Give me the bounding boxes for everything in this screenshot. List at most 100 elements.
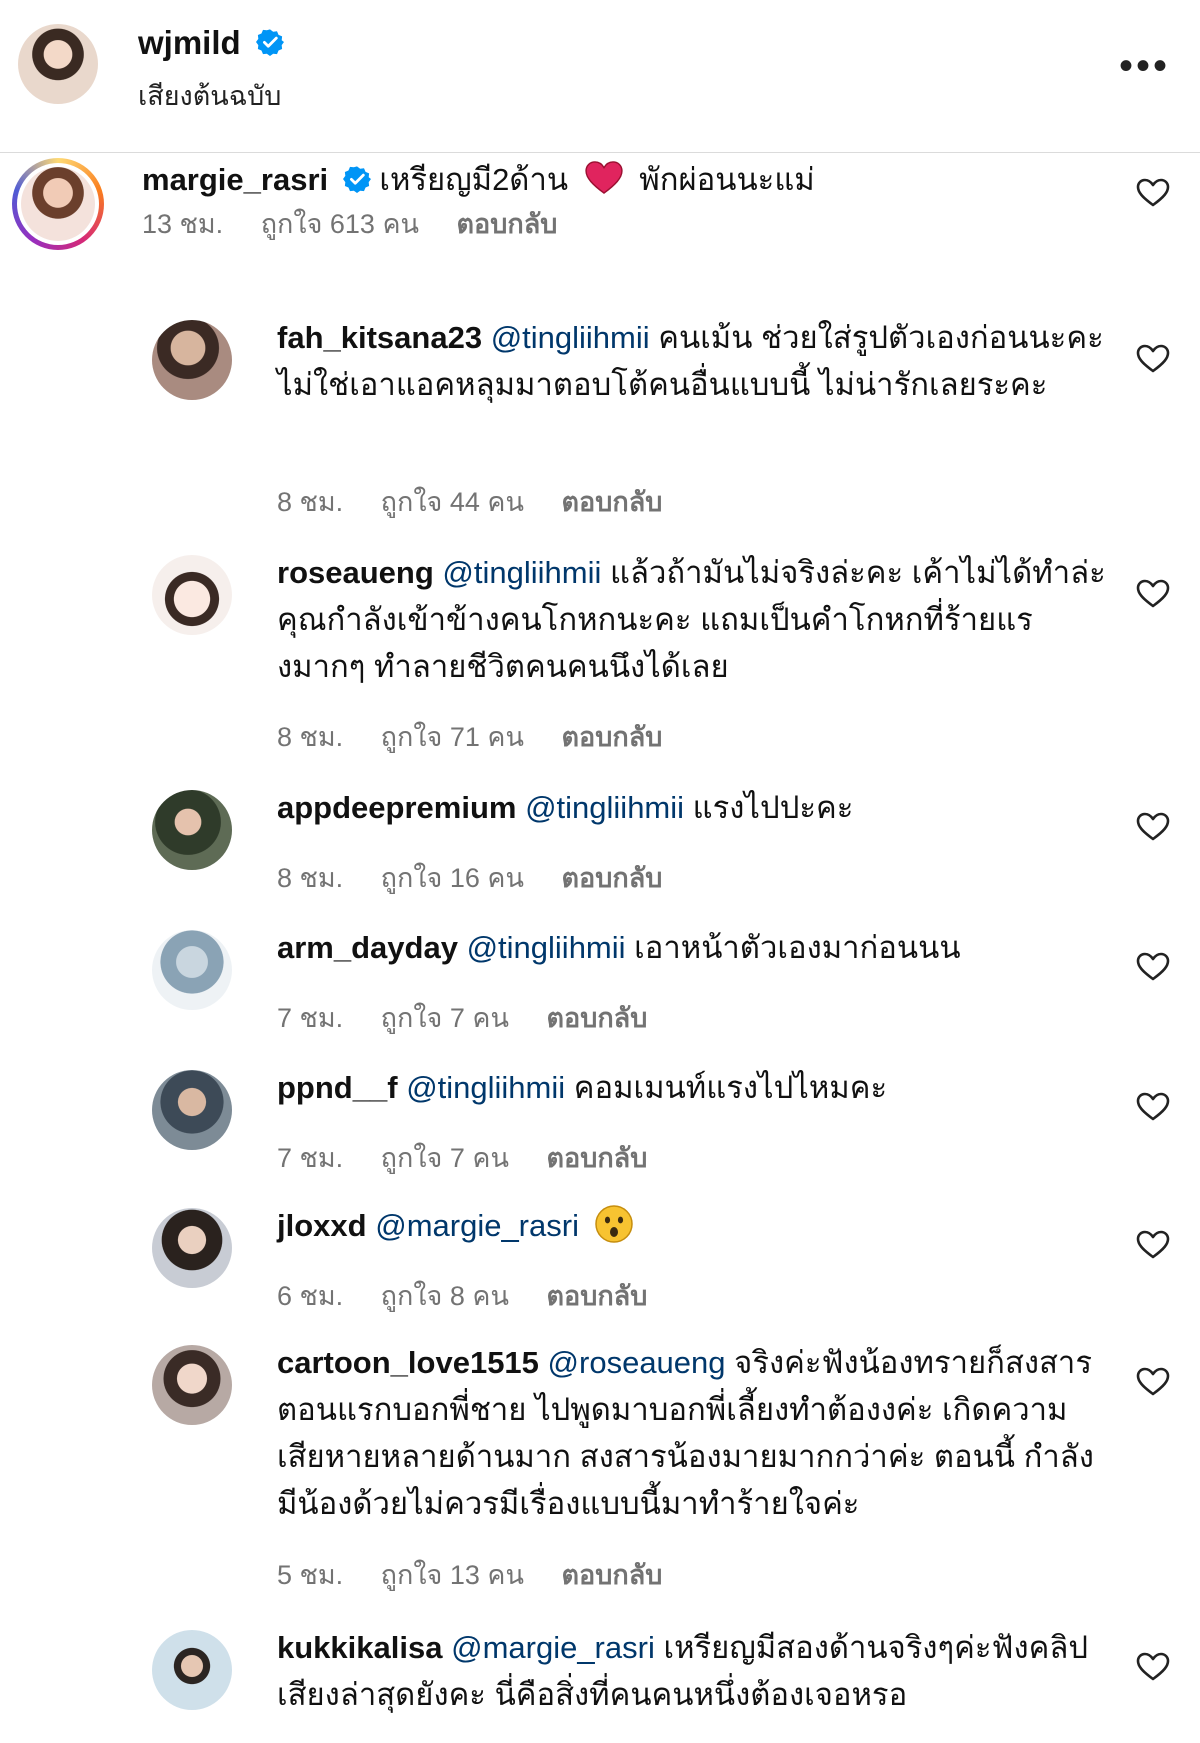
- reply-comment: appdeepremium @tingliihmii แรงไปปะคะ 8 ช…: [0, 790, 1200, 900]
- commenter-username[interactable]: ppnd__f: [277, 1070, 398, 1105]
- heart-outline-icon[interactable]: [1136, 1230, 1170, 1260]
- comment-time: 6 ชม.: [277, 1281, 344, 1311]
- reply-comment: jloxxd @margie_rasri 6 ชม. ถูกใจ 8 คน ตอ…: [0, 1205, 1200, 1318]
- heart-outline-icon[interactable]: [1136, 1367, 1170, 1397]
- reply-button[interactable]: ตอบกลับ: [456, 209, 557, 239]
- heart-outline-icon[interactable]: [1136, 344, 1170, 374]
- mention-link[interactable]: @tingliihmii: [525, 790, 684, 825]
- comment-meta: 5 ชม. ถูกใจ 13 คน ตอบกลับ: [277, 1553, 692, 1596]
- commenter-avatar[interactable]: [152, 930, 232, 1010]
- comment-text: appdeepremium @tingliihmii แรงไปปะคะ: [277, 784, 1107, 831]
- comment-time: 8 ชม.: [277, 863, 344, 893]
- comment-time: 7 ชม.: [277, 1143, 344, 1173]
- commenter-avatar[interactable]: [152, 1070, 232, 1150]
- commenter-avatar[interactable]: [152, 555, 232, 635]
- comment-meta: 8 ชม. ถูกใจ 44 คน ตอบกลับ: [277, 480, 692, 523]
- comment-likes[interactable]: ถูกใจ 16 คน: [381, 863, 524, 893]
- mention-link[interactable]: @roseaueng: [548, 1345, 726, 1380]
- mention-link[interactable]: @tingliihmii: [442, 555, 601, 590]
- verified-badge-icon: [255, 29, 284, 57]
- reply-button[interactable]: ตอบกลับ: [561, 487, 662, 517]
- reply-comment: fah_kitsana23 @tingliihmii คนเม้น ช่วยใส…: [0, 320, 1200, 520]
- comment-meta: 7 ชม. ถูกใจ 7 คน ตอบกลับ: [277, 1136, 677, 1179]
- comment-body: เหรียญมี2ด้าน: [379, 162, 569, 197]
- reply-button[interactable]: ตอบกลับ: [561, 722, 662, 752]
- original-audio-link[interactable]: เสียงต้นฉบับ: [138, 74, 281, 117]
- mention-link[interactable]: @tingliihmii: [406, 1070, 565, 1105]
- comment-meta: 6 ชม. ถูกใจ 8 คน ตอบกลับ: [277, 1274, 677, 1317]
- comment-body: แรงไปปะคะ: [692, 790, 854, 825]
- reply-comment: kukkikalisa @margie_rasri เหรียญมีสองด้า…: [0, 1630, 1200, 1743]
- reply-button[interactable]: ตอบกลับ: [546, 1003, 647, 1033]
- mention-link[interactable]: @margie_rasri: [451, 1630, 655, 1665]
- comment-likes[interactable]: ถูกใจ 13 คน: [381, 1560, 524, 1590]
- heart-outline-icon[interactable]: [1136, 1652, 1170, 1682]
- commenter-username[interactable]: jloxxd: [277, 1208, 367, 1243]
- commenter-username[interactable]: roseaueng: [277, 555, 434, 590]
- heart-outline-icon[interactable]: [1136, 952, 1170, 982]
- comment-likes[interactable]: ถูกใจ 8 คน: [381, 1281, 509, 1311]
- red-heart-emoji: [585, 161, 623, 194]
- comment-text: roseaueng @tingliihmii แล้วถ้ามันไม่จริง…: [277, 549, 1107, 690]
- heart-outline-icon[interactable]: [1136, 579, 1170, 609]
- reply-comment: roseaueng @tingliihmii แล้วถ้ามันไม่จริง…: [0, 555, 1200, 755]
- comment-likes[interactable]: ถูกใจ 7 คน: [381, 1143, 509, 1173]
- commenter-username[interactable]: cartoon_love1515: [277, 1345, 539, 1380]
- comment-meta: 8 ชม. ถูกใจ 16 คน ตอบกลับ: [277, 856, 692, 899]
- mention-link[interactable]: @tingliihmii: [467, 930, 626, 965]
- reply-button[interactable]: ตอบกลับ: [561, 863, 662, 893]
- reply-comment: cartoon_love1515 @roseaueng จริงค่ะฟังน้…: [0, 1345, 1200, 1595]
- commenter-avatar[interactable]: [152, 1630, 232, 1710]
- astonished-face-emoji: [594, 1205, 633, 1243]
- reply-button[interactable]: ตอบกลับ: [546, 1281, 647, 1311]
- comment-time: 7 ชม.: [277, 1003, 344, 1033]
- comment-text: arm_dayday @tingliihmii เอาหน้าตัวเองมาก…: [277, 924, 1107, 971]
- more-options-icon[interactable]: •••: [1119, 46, 1170, 86]
- comment-body-end: พักผ่อนนะแม่: [639, 162, 815, 197]
- comment-text: margie_rasri เหรียญมี2ด้าน พักผ่อนนะแม่: [142, 156, 1042, 203]
- commenter-username[interactable]: fah_kitsana23: [277, 320, 482, 355]
- comment-time: 5 ชม.: [277, 1560, 344, 1590]
- commenter-avatar[interactable]: [12, 158, 104, 250]
- comment-time: 8 ชม.: [277, 487, 344, 517]
- post-header: wjmild เสียงต้นฉบับ •••: [0, 0, 1200, 153]
- heart-outline-icon[interactable]: [1136, 178, 1170, 208]
- comment-text: cartoon_love1515 @roseaueng จริงค่ะฟังน้…: [277, 1339, 1107, 1527]
- comment-text: ppnd__f @tingliihmii คอมเมนท์แรงไปไหมคะ: [277, 1064, 1107, 1111]
- commenter-avatar[interactable]: [152, 320, 232, 400]
- comment-meta: 7 ชม. ถูกใจ 7 คน ตอบกลับ: [277, 996, 677, 1039]
- reply-comment: arm_dayday @tingliihmii เอาหน้าตัวเองมาก…: [0, 930, 1200, 1040]
- commenter-username[interactable]: kukkikalisa: [277, 1630, 442, 1665]
- author-avatar[interactable]: [18, 24, 98, 104]
- heart-outline-icon[interactable]: [1136, 1092, 1170, 1122]
- verified-badge-icon: [342, 166, 371, 193]
- comment-text: fah_kitsana23 @tingliihmii คนเม้น ช่วยใส…: [277, 314, 1107, 408]
- commenter-avatar[interactable]: [152, 1345, 232, 1425]
- author-username[interactable]: wjmild: [138, 24, 284, 62]
- comment-likes[interactable]: ถูกใจ 71 คน: [381, 722, 524, 752]
- commenter-username[interactable]: margie_rasri: [142, 162, 328, 197]
- commenter-avatar[interactable]: [152, 1208, 232, 1288]
- author-username-text[interactable]: wjmild: [138, 24, 241, 61]
- comment-meta: 13 ชม. ถูกใจ 613 คน ตอบกลับ: [142, 202, 587, 245]
- comment-time: 8 ชม.: [277, 722, 344, 752]
- top-comment: margie_rasri เหรียญมี2ด้าน พักผ่อนนะแม่ …: [0, 152, 1200, 332]
- comment-text: jloxxd @margie_rasri: [277, 1202, 1107, 1249]
- comment-body: คอมเมนท์แรงไปไหมคะ: [573, 1070, 888, 1105]
- comment-likes[interactable]: ถูกใจ 613 คน: [261, 209, 419, 239]
- commenter-username[interactable]: arm_dayday: [277, 930, 458, 965]
- comment-likes[interactable]: ถูกใจ 44 คน: [381, 487, 524, 517]
- comment-time: 13 ชม.: [142, 209, 224, 239]
- comment-text: kukkikalisa @margie_rasri เหรียญมีสองด้า…: [277, 1630, 1107, 1718]
- reply-button[interactable]: ตอบกลับ: [561, 1560, 662, 1590]
- heart-outline-icon[interactable]: [1136, 812, 1170, 842]
- reply-comment: ppnd__f @tingliihmii คอมเมนท์แรงไปไหมคะ …: [0, 1070, 1200, 1180]
- mention-link[interactable]: @margie_rasri: [375, 1208, 579, 1243]
- comment-body: เอาหน้าตัวเองมาก่อนนน: [634, 930, 961, 965]
- mention-link[interactable]: @tingliihmii: [491, 320, 650, 355]
- commenter-username[interactable]: appdeepremium: [277, 790, 516, 825]
- reply-button[interactable]: ตอบกลับ: [546, 1143, 647, 1173]
- commenter-avatar[interactable]: [152, 790, 232, 870]
- comment-likes[interactable]: ถูกใจ 7 คน: [381, 1003, 509, 1033]
- comment-meta: 8 ชม. ถูกใจ 71 คน ตอบกลับ: [277, 715, 692, 758]
